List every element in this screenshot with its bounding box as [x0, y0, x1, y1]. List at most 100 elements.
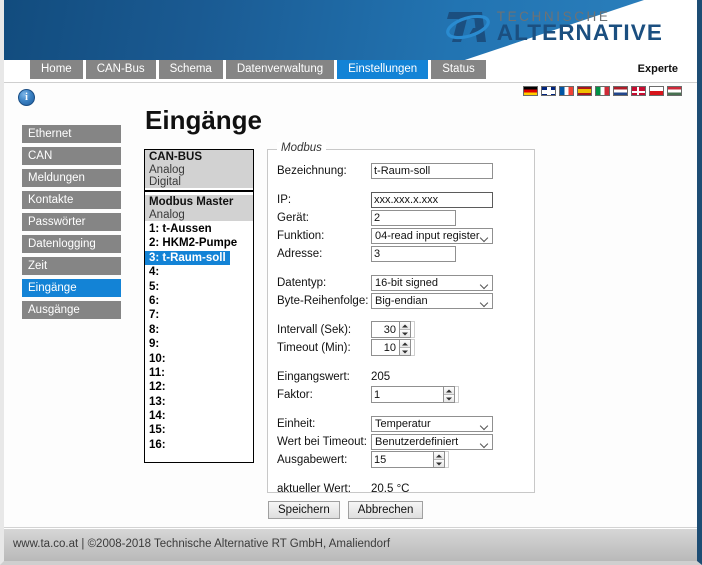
modbus-settings-panel: Modbus Bezeichnung: IP: Gerät: Funktion:… [267, 142, 535, 495]
field-row-funktion: Funktion: 04-read input register [277, 227, 534, 244]
list-item[interactable]: 2: HKM2-Pumpe [145, 235, 253, 249]
datentyp-select[interactable]: 16-bit signed [371, 274, 493, 291]
ausgabewert-input[interactable] [371, 451, 433, 468]
listbox-entry-label: 16: [149, 438, 166, 451]
sidebar-item-can[interactable]: CAN [22, 147, 121, 165]
listbox-canbus-digital[interactable]: Digital [145, 176, 253, 188]
french-flag[interactable] [559, 86, 574, 96]
intervall-spin-down[interactable] [400, 329, 410, 337]
ausgabewert-spin-up[interactable] [434, 452, 444, 459]
faktor-input[interactable] [371, 386, 443, 403]
user-mode-label: Experte [637, 63, 678, 75]
listbox-entry-label: 13: [149, 395, 166, 408]
sidebar-item-datenlogging[interactable]: Datenlogging [22, 235, 121, 253]
label-adresse: Adresse: [277, 247, 323, 260]
info-icon[interactable]: i [18, 89, 35, 106]
sidebar-item-eingänge[interactable]: Eingänge [22, 279, 121, 297]
sidebar-item-zeit[interactable]: Zeit [22, 257, 121, 275]
inputs-listbox[interactable]: CAN-BUS Analog Digital Modbus Master Anal… [144, 149, 254, 463]
ta-logo-wordmark: TECHNISCHE ALTERNATIVE [496, 9, 663, 47]
spanish-flag[interactable] [577, 86, 592, 96]
timeout-spin-up[interactable] [400, 340, 410, 347]
list-item[interactable]: 9: [145, 336, 253, 350]
list-item[interactable]: 4: [145, 264, 253, 278]
funktion-select[interactable]: 04-read input register [371, 227, 493, 244]
german-flag[interactable] [523, 86, 538, 96]
tab-can-bus[interactable]: CAN-Bus [85, 60, 156, 79]
list-item[interactable]: 1: t-Aussen [145, 221, 253, 235]
timeout-stepper[interactable] [371, 339, 415, 356]
field-row-adresse: Adresse: [277, 245, 534, 262]
label-timeout: Timeout (Min): [277, 341, 351, 354]
list-item[interactable]: 6: [145, 293, 253, 307]
sidebar-item-ethernet[interactable]: Ethernet [22, 125, 121, 143]
czech-flag[interactable] [649, 86, 664, 96]
listbox-canbus-analog[interactable]: Analog [145, 164, 253, 176]
list-item[interactable]: 11: [145, 365, 253, 379]
ausgabewert-stepper[interactable] [371, 451, 449, 468]
modbus-form: Bezeichnung: IP: Gerät: Funktion: 04-rea… [268, 150, 534, 497]
einheit-select[interactable]: Temperatur [371, 415, 493, 432]
intervall-stepper[interactable] [371, 321, 415, 338]
wert-bei-timeout-select[interactable]: Benutzerdefiniert [371, 433, 493, 450]
timeout-spin-buttons[interactable] [399, 339, 411, 356]
list-item[interactable]: 13: [145, 394, 253, 408]
faktor-spin-up[interactable] [444, 387, 454, 394]
list-item[interactable]: 12: [145, 379, 253, 393]
faktor-spin-buttons[interactable] [443, 386, 455, 403]
bezeichnung-input[interactable] [371, 162, 493, 179]
intervall-spin-edge [411, 321, 415, 338]
list-item[interactable]: 7: [145, 307, 253, 321]
listbox-group-modbus-master: Modbus Master [145, 195, 253, 209]
list-item[interactable]: 3: t-Raum-soll [145, 250, 253, 266]
form-action-buttons: Speichern Abbrechen [268, 501, 424, 519]
intervall-spin-up[interactable] [400, 322, 410, 329]
sidebar-item-ausgänge[interactable]: Ausgänge [22, 301, 121, 319]
uk-flag[interactable] [541, 86, 556, 96]
list-item[interactable]: 5: [145, 279, 253, 293]
timeout-input[interactable] [371, 339, 399, 356]
field-row-intervall: Intervall (Sek): [277, 321, 534, 338]
sidebar-item-kontakte[interactable]: Kontakte [22, 191, 121, 209]
label-ip: IP: [277, 193, 292, 206]
intervall-spin-buttons[interactable] [399, 321, 411, 338]
danish-flag[interactable] [631, 86, 646, 96]
tab-einstellungen[interactable]: Einstellungen [337, 60, 429, 79]
faktor-stepper[interactable] [371, 386, 459, 403]
list-item[interactable]: 16: [145, 437, 253, 451]
field-row-faktor: Faktor: [277, 386, 534, 403]
list-item[interactable]: 8: [145, 322, 253, 336]
adresse-input[interactable] [371, 245, 456, 262]
ausgabewert-spin-down[interactable] [434, 459, 444, 467]
hungarian-flag[interactable] [667, 86, 682, 96]
tab-datenverwaltung[interactable]: Datenverwaltung [225, 60, 335, 79]
field-row-datentyp: Datentyp: 16-bit signed [277, 274, 534, 291]
logo-line-alternative: ALTERNATIVE [496, 20, 663, 45]
geraet-input[interactable] [371, 209, 456, 226]
tab-schema[interactable]: Schema [158, 60, 223, 79]
list-item[interactable]: 10: [145, 351, 253, 365]
sidebar-item-passwörter[interactable]: Passwörter [22, 213, 121, 231]
timeout-spin-down[interactable] [400, 347, 410, 355]
label-eingangswert: Eingangswert: [277, 370, 350, 383]
tab-status[interactable]: Status [431, 60, 486, 79]
tab-home[interactable]: Home [30, 60, 83, 79]
listbox-modbus-analog[interactable]: Analog [145, 209, 253, 221]
byte-reihenfolge-select[interactable]: Big-endian [371, 292, 493, 309]
faktor-spin-down[interactable] [444, 394, 454, 402]
main-nav-tabbar: Home CAN-Bus Schema Datenverwaltung Einstell… [4, 60, 697, 83]
page-title: Eingänge [145, 105, 263, 135]
italian-flag[interactable] [595, 86, 610, 96]
field-row-timeout: Timeout (Min): [277, 339, 534, 356]
ausgabewert-spin-edge [445, 451, 449, 468]
ip-input[interactable] [371, 191, 493, 208]
intervall-input[interactable] [371, 321, 399, 338]
ausgabewert-spin-buttons[interactable] [433, 451, 445, 468]
dutch-flag[interactable] [613, 86, 628, 96]
label-einheit: Einheit: [277, 417, 316, 430]
list-item[interactable]: 15: [145, 422, 253, 436]
save-button[interactable]: Speichern [268, 501, 340, 519]
list-item[interactable]: 14: [145, 408, 253, 422]
cancel-button[interactable]: Abbrechen [347, 501, 424, 519]
sidebar-item-meldungen[interactable]: Meldungen [22, 169, 121, 187]
